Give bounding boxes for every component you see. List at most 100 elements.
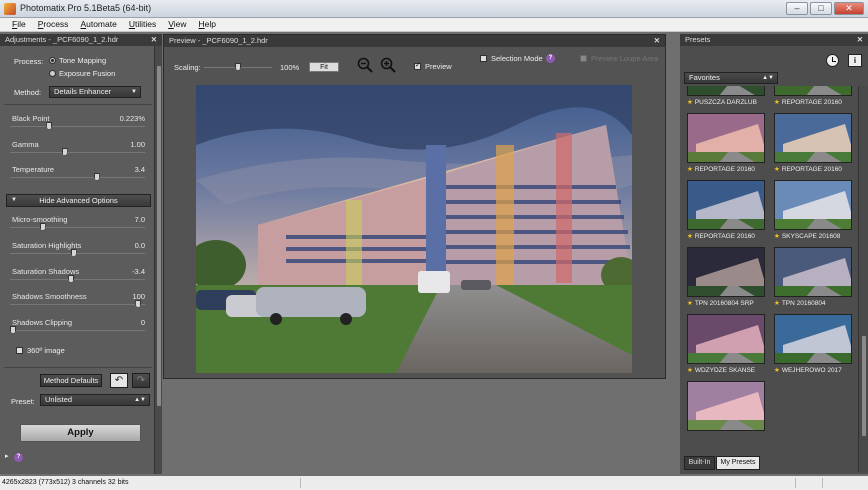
gamma-slider[interactable]: Gamma 1.00 [10,140,145,160]
slider-track[interactable] [10,304,145,305]
slider-thumb[interactable] [70,249,77,257]
slider-label: Shadows Smoothness [12,292,87,301]
presets-scrollbar[interactable] [858,86,868,472]
star-icon[interactable]: ★ [687,300,693,307]
slider-value: 100 [132,292,145,301]
star-icon[interactable]: ★ [774,233,780,240]
slider-track[interactable] [10,126,145,127]
slider-thumb[interactable] [10,326,16,334]
slider-track[interactable] [10,152,145,153]
tone-mapping-label: Tone Mapping [59,56,107,65]
menu-file[interactable]: File [6,18,32,31]
shadows-clipping-slider[interactable]: Shadows Clipping 0 [10,318,145,338]
slider-track[interactable] [10,177,145,178]
preset-thumbnail[interactable] [687,381,767,431]
exposure-fusion-radio[interactable] [49,70,56,77]
slider-value: 0.0 [134,241,145,250]
slider-thumb[interactable] [93,173,100,181]
app-icon [4,3,16,15]
preset-label: ★ REPORTAGE 20160 [687,165,767,173]
close-icon[interactable]: ✕ [857,34,863,46]
star-icon[interactable]: ★ [774,166,780,173]
preset-thumbnail[interactable]: ★ TPN 20160804 [774,247,854,307]
close-icon[interactable]: ✕ [151,34,157,46]
hide-advanced-options-button[interactable]: ▼ Hide Advanced Options [6,194,151,207]
help-icon[interactable]: ? [14,453,23,462]
slider-thumb[interactable] [46,122,53,130]
star-icon[interactable]: ★ [774,367,780,374]
close-window-button[interactable]: ✕ [834,2,864,15]
slider-thumb[interactable] [135,300,142,308]
saturation-highlights-slider[interactable]: Saturation Highlights 0.0 [10,241,145,261]
menu-view[interactable]: View [162,18,192,31]
status-divider [822,478,823,488]
slider-thumb[interactable] [39,223,46,231]
scaling-thumb[interactable] [235,63,241,71]
star-icon[interactable]: ★ [774,300,780,307]
loupe-checkbox[interactable] [580,55,587,62]
chevron-updown-icon: ▲▼ [134,397,146,403]
slider-label: Gamma [12,140,39,149]
saturation-shadows-slider[interactable]: Saturation Shadows -3.4 [10,267,145,287]
micro-smoothing-slider[interactable]: Micro-smoothing 7.0 [10,215,145,235]
expand-triangle-icon[interactable]: ▸ [5,452,9,460]
menu-help[interactable]: Help [193,18,222,31]
zoom-in-icon[interactable] [380,57,396,73]
window-title: Photomatix Pro 5.1Beta5 (64-bit) [20,3,152,13]
tab-my-presets[interactable]: My Presets [716,456,760,470]
method-defaults-button[interactable]: Method Defaults [40,374,102,387]
preset-category-select[interactable]: Favorites ▲▼ [684,72,778,84]
menu-process[interactable]: Process [32,18,75,31]
info-icon[interactable]: i [848,54,862,67]
adjustments-scrollbar[interactable] [154,46,162,474]
preset-thumbnail[interactable]: ★ WDZYDZE SKANSE [687,314,767,374]
maximize-button[interactable]: □ [810,2,832,15]
black-point-slider[interactable]: Black Point 0.223% [10,114,145,134]
star-icon[interactable]: ★ [687,99,693,106]
slider-track[interactable] [10,253,145,254]
slider-track[interactable] [10,279,145,280]
tone-mapping-radio[interactable] [49,57,56,64]
preset-thumbnail[interactable]: ★ TPN 20160804 SRP [687,247,767,307]
preset-select[interactable]: Unlisted ▲▼ [40,394,150,406]
close-icon[interactable]: ✕ [654,35,660,47]
help-icon[interactable]: ? [546,54,555,63]
fit-button[interactable]: Fit [309,62,339,72]
star-icon[interactable]: ★ [687,233,693,240]
method-select[interactable]: Details Enhancer ▼ [49,86,141,98]
slider-track[interactable] [10,330,145,331]
minimize-button[interactable]: – [786,2,808,15]
apply-button[interactable]: Apply [20,424,141,442]
preset-thumbnail[interactable]: ★ REPORTAGE 20160 [774,113,854,173]
preset-name: TPN 20160804 [781,300,826,307]
preset-preview-image [687,86,765,96]
star-icon[interactable]: ★ [687,166,693,173]
zoom-out-icon[interactable] [357,57,373,73]
star-icon[interactable]: ★ [687,367,693,374]
preset-thumbnail[interactable]: ★ REPORTAGE 20160 [774,86,854,106]
preview-checkbox[interactable] [414,61,421,70]
selection-mode-checkbox[interactable] [480,55,487,62]
tab-built-in[interactable]: Built-In [684,456,715,470]
scrollbar-thumb[interactable] [862,336,866,436]
slider-thumb[interactable] [68,275,75,283]
shadows-smoothness-slider[interactable]: Shadows Smoothness 100 [10,292,145,312]
undo-icon[interactable]: ↶ [110,373,128,388]
preset-thumbnail[interactable]: ★ WEJHEROWO 2017 [774,314,854,374]
menu-utilities[interactable]: Utilities [123,18,162,31]
slider-track[interactable] [10,227,145,228]
advanced-label: Hide Advanced Options [39,196,118,205]
preset-thumbnail[interactable]: ★ SKYSCAPE 201608 [774,180,854,240]
temperature-slider[interactable]: Temperature 3.4 [10,165,145,185]
redo-icon[interactable]: ↷ [132,373,150,388]
menu-automate[interactable]: Automate [74,18,122,31]
clock-icon[interactable] [826,54,839,67]
preset-thumbnail[interactable]: ★ REPORTAGE 20160 [687,113,767,173]
scaling-label: Scaling: [174,63,201,72]
preview-image[interactable] [196,85,632,373]
scrollbar-thumb[interactable] [157,66,161,406]
preset-thumbnail[interactable]: ★ REPORTAGE 20160 [687,180,767,240]
slider-thumb[interactable] [61,148,68,156]
star-icon[interactable]: ★ [774,99,780,106]
image-360-checkbox[interactable] [16,347,23,354]
